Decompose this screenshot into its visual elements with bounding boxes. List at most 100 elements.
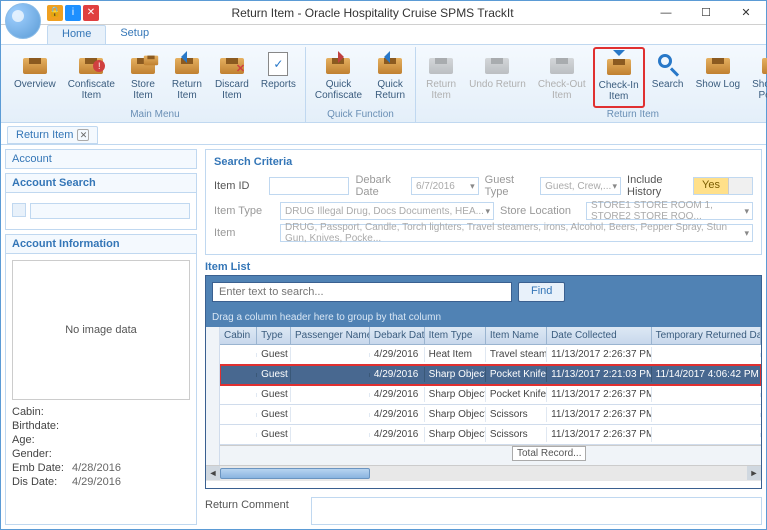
store-location-select[interactable]: STORE1 STORE ROOM 1, STORE2 STORE ROO... [586, 202, 753, 220]
table-cell: 11/13/2017 2:21:03 PM [547, 367, 652, 382]
table-cell: Guest [257, 347, 291, 362]
table-cell: Pocket Knife [486, 387, 547, 402]
table-cell: Pocket Knife [486, 367, 547, 382]
item-id-input[interactable] [269, 177, 349, 195]
quick-confiscate-button[interactable]: Quick Confiscate [310, 47, 367, 108]
col-passenger-name[interactable]: Passenger Name [291, 327, 370, 344]
table-row[interactable]: Guest4/29/2016Sharp ObjectsScissors11/13… [220, 405, 761, 425]
undo-return-button[interactable]: Undo Return [464, 47, 531, 108]
app-logo[interactable] [5, 3, 41, 39]
debark-date-label: Debark Date [355, 174, 404, 198]
grid-body: Guest4/29/2016Heat ItemTravel steam...11… [220, 345, 761, 445]
sec-tab-label: Return Item [16, 129, 73, 141]
search-criteria-panel: Search Criteria Item ID Debark Date 6/7/… [205, 149, 762, 255]
col-temp-returned-date[interactable]: Temporary Returned Date [652, 327, 761, 344]
table-cell: Travel steam... [486, 347, 547, 362]
table-cell: Scissors [486, 427, 547, 442]
scroll-left-arrow-icon[interactable]: ◄ [206, 466, 220, 480]
col-cabin[interactable]: Cabin [220, 327, 257, 344]
search-icon [658, 54, 672, 68]
table-cell [291, 353, 370, 357]
grid-search-input[interactable] [212, 282, 512, 302]
find-button[interactable]: Find [518, 282, 565, 302]
grid-horizontal-scrollbar[interactable]: ◄ ► [206, 465, 761, 481]
grid-footer: Total Record... [220, 445, 761, 465]
table-cell [220, 373, 257, 377]
account-image-placeholder: No image data [12, 260, 190, 400]
store-item-button[interactable]: Store Item [122, 47, 164, 108]
scroll-right-arrow-icon[interactable]: ► [747, 466, 761, 480]
scroll-thumb[interactable] [220, 468, 370, 479]
col-type[interactable]: Type [257, 327, 291, 344]
quick-return-button[interactable]: Quick Return [369, 47, 411, 108]
sec-tab-close-icon[interactable]: ✕ [77, 129, 89, 141]
search-criteria-title: Search Criteria [214, 156, 753, 168]
table-cell: 11/13/2017 2:26:37 PM [547, 407, 652, 422]
table-cell [220, 393, 257, 397]
table-cell: 4/29/2016 [370, 367, 425, 382]
guest-type-select[interactable]: Guest, Crew,... [540, 177, 621, 195]
table-cell: Sharp Objects [425, 407, 486, 422]
item-type-select[interactable]: DRUG Illegal Drug, Docs Documents, HEA..… [280, 202, 494, 220]
include-history-label: Include History [627, 174, 687, 198]
table-row[interactable]: Guest4/29/2016Sharp ObjectsScissors11/13… [220, 425, 761, 445]
tab-home[interactable]: Home [47, 25, 106, 44]
check-out-item-button[interactable]: Check-Out Item [533, 47, 591, 108]
age-label: Age: [12, 434, 72, 446]
discard-item-button[interactable]: ✕Discard Item [210, 47, 254, 108]
return-comment-input[interactable] [311, 497, 762, 525]
table-cell: 11/13/2017 2:26:37 PM [547, 347, 652, 362]
reports-button[interactable]: Reports [256, 47, 301, 108]
qat-close-icon[interactable]: ✕ [83, 5, 99, 21]
store-location-label: Store Location [500, 205, 580, 217]
table-cell: Scissors [486, 407, 547, 422]
table-cell: Guest [257, 387, 291, 402]
item-select[interactable]: DRUG, Passport, Candle, Torch lighters, … [280, 224, 753, 242]
table-cell [291, 393, 370, 397]
cabin-label: Cabin: [12, 406, 72, 418]
show-log-button[interactable]: Show Log [691, 47, 745, 108]
birthdate-label: Birthdate: [12, 420, 72, 432]
table-row[interactable]: ▸Guest4/29/2016Sharp ObjectsPocket Knife… [220, 365, 761, 385]
include-history-toggle[interactable]: Yes [693, 177, 753, 195]
table-cell: Sharp Objects [425, 387, 486, 402]
grid-header: Cabin Type Passenger Name Debark Date It… [220, 327, 761, 345]
sec-tab-return-item[interactable]: Return Item ✕ [7, 126, 98, 144]
grid-row-indicator-gutter [206, 327, 220, 465]
debark-date-select[interactable]: 6/7/2016 [411, 177, 479, 195]
dis-date-value: 4/29/2016 [72, 476, 121, 488]
table-cell [220, 433, 257, 437]
table-cell: Guest [257, 427, 291, 442]
table-cell: 11/14/2017 4:06:42 PM [652, 367, 761, 382]
check-in-item-button[interactable]: Check-In Item [593, 47, 645, 108]
table-cell: Sharp Objects [425, 367, 486, 382]
return-comment-label: Return Comment [205, 497, 305, 511]
overview-button[interactable]: Overview [9, 47, 61, 108]
col-debark-date[interactable]: Debark Date [370, 327, 425, 344]
window-maximize-button[interactable]: ☐ [686, 2, 726, 24]
qat-lock-icon[interactable]: 🔒 [47, 5, 63, 21]
account-search-icon[interactable] [12, 203, 26, 217]
window-close-button[interactable]: ✕ [726, 2, 766, 24]
col-item-name[interactable]: Item Name [486, 327, 547, 344]
tab-setup[interactable]: Setup [106, 25, 163, 44]
return-item-button[interactable]: Return Item [166, 47, 208, 108]
col-item-type[interactable]: Item Type [425, 327, 486, 344]
ri-return-item-button[interactable]: Return Item [420, 47, 462, 108]
table-cell [652, 433, 761, 437]
account-search-input[interactable] [30, 203, 190, 219]
table-row[interactable]: Guest4/29/2016Heat ItemTravel steam...11… [220, 345, 761, 365]
table-cell [652, 353, 761, 357]
grid-group-panel[interactable]: Drag a column header here to group by th… [206, 308, 761, 327]
total-record-cell: Total Record... [512, 446, 586, 461]
table-cell: 4/29/2016 [370, 427, 425, 442]
qat-info-icon[interactable]: i [65, 5, 81, 21]
table-row[interactable]: Guest4/29/2016Sharp ObjectsPocket Knife1… [220, 385, 761, 405]
window-minimize-button[interactable]: — [646, 2, 686, 24]
confiscate-item-button[interactable]: !Confiscate Item [63, 47, 120, 108]
col-date-collected[interactable]: Date Collected [547, 327, 652, 344]
group-return-item-label: Return Item [420, 108, 767, 122]
table-cell [652, 393, 761, 397]
show-log-person-button[interactable]: Show Log Person [747, 47, 767, 108]
search-button[interactable]: Search [647, 47, 689, 108]
